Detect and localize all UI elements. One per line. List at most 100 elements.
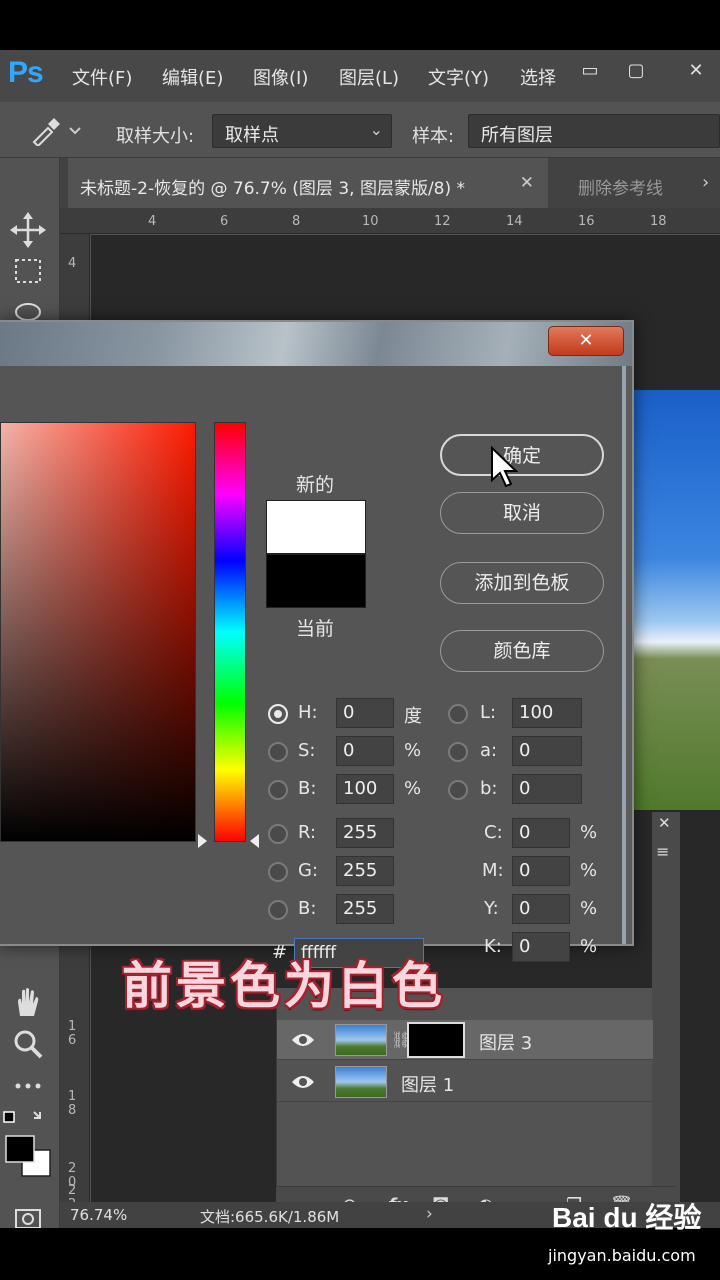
- r-input[interactable]: 255: [336, 818, 394, 848]
- restore-button[interactable]: ▢: [612, 56, 660, 86]
- lab-b-input[interactable]: 0: [512, 774, 582, 804]
- color-field[interactable]: [0, 422, 196, 842]
- b-input[interactable]: 255: [336, 894, 394, 924]
- menu-file[interactable]: 文件(F): [72, 64, 132, 90]
- k-unit: %: [580, 936, 598, 957]
- current-color-swatch[interactable]: [266, 554, 366, 608]
- g-radio[interactable]: [268, 862, 288, 882]
- watermark-url: jingyan.baidu.com: [548, 1246, 696, 1265]
- dialog-close-button[interactable]: ✕: [548, 326, 624, 356]
- minimize-button[interactable]: ▭: [566, 56, 614, 86]
- menu-type[interactable]: 文字(Y): [428, 64, 489, 90]
- eye-icon[interactable]: [291, 1073, 315, 1091]
- color-libraries-button[interactable]: 颜色库: [440, 630, 604, 672]
- sample-size-select[interactable]: 取样点 ⌄: [212, 114, 392, 148]
- move-tool-icon[interactable]: [8, 210, 48, 250]
- layer-thumbnail: [335, 1066, 387, 1098]
- brightness-unit: %: [404, 778, 422, 799]
- s-radio[interactable]: [268, 742, 288, 762]
- ps-logo: Ps: [8, 56, 44, 89]
- k-input[interactable]: 0: [512, 932, 570, 962]
- sample-label: 样本:: [412, 126, 455, 147]
- s-input[interactable]: 0: [336, 736, 394, 766]
- r-radio[interactable]: [268, 824, 288, 844]
- a-radio[interactable]: [448, 742, 468, 762]
- lab-b-label: b:: [480, 778, 498, 799]
- l-input[interactable]: 100: [512, 698, 582, 728]
- ruler-label: 4: [148, 214, 157, 229]
- m-label: M:: [482, 860, 504, 881]
- layer-name: 图层 3: [479, 1033, 533, 1054]
- l-radio[interactable]: [448, 704, 468, 724]
- hue-slider-right-arrow[interactable]: [250, 834, 259, 848]
- mouse-cursor-icon: [491, 446, 518, 488]
- sample-value: 所有图层: [481, 125, 553, 146]
- layer-row-selected[interactable]: ⛓ 图层 3: [277, 1020, 653, 1060]
- ruler-label: 8: [292, 214, 301, 229]
- lab-b-radio[interactable]: [448, 780, 468, 800]
- c-label: C:: [484, 822, 503, 843]
- status-arrow-icon[interactable]: ›: [426, 1204, 433, 1224]
- layer-mask-thumbnail[interactable]: [407, 1022, 465, 1058]
- ok-button[interactable]: 确定: [440, 434, 604, 476]
- window-close-button[interactable]: ✕: [672, 56, 720, 86]
- document-tab-bar: 未标题-2-恢复的 @ 76.7% (图层 3, 图层蒙版/8) * ✕ 删除参…: [60, 158, 720, 208]
- y-input[interactable]: 0: [512, 894, 570, 924]
- layer-row[interactable]: 图层 1: [277, 1062, 653, 1102]
- dialog-title-bar: ✕: [0, 322, 632, 366]
- cancel-button[interactable]: 取消: [440, 492, 604, 534]
- horizontal-ruler: 4 6 8 10 12 14 16 18: [60, 208, 720, 234]
- eyedropper-icon[interactable]: [28, 116, 88, 146]
- brightness-input[interactable]: 100: [336, 774, 394, 804]
- dialog-body: 新的 当前 确定 取消 添加到色板 颜色库 H: 0 度 S: 0 % B: 1…: [0, 366, 626, 968]
- brightness-radio[interactable]: [268, 780, 288, 800]
- ruler-label: 14: [506, 214, 523, 229]
- tab-overflow-icon[interactable]: ›: [702, 172, 720, 193]
- c-input[interactable]: 0: [512, 818, 570, 848]
- tab-second-document[interactable]: 删除参考线: [578, 174, 663, 199]
- menu-image[interactable]: 图像(I): [253, 64, 308, 90]
- hue-slider[interactable]: [214, 422, 246, 842]
- menu-bar: Ps 文件(F) 编辑(E) 图像(I) 图层(L) 文字(Y) 选择 ▭ ▢ …: [0, 50, 720, 102]
- new-color-swatch: [266, 500, 366, 554]
- menu-layer[interactable]: 图层(L): [339, 64, 399, 90]
- tab-close-icon[interactable]: ✕: [520, 173, 534, 193]
- g-label: G:: [298, 860, 319, 881]
- quick-mask-icon[interactable]: [8, 1198, 48, 1228]
- layer-thumbnail: [335, 1024, 387, 1056]
- foreground-background-swatches[interactable]: [2, 1108, 54, 1178]
- b-radio[interactable]: [268, 900, 288, 920]
- panel-menu-icon[interactable]: ≡: [656, 842, 669, 861]
- zoom-level[interactable]: 76.74%: [70, 1206, 127, 1224]
- marquee-tool-icon[interactable]: [8, 252, 48, 292]
- h-input[interactable]: 0: [336, 698, 394, 728]
- g-input[interactable]: 255: [336, 856, 394, 886]
- a-input[interactable]: 0: [512, 736, 582, 766]
- add-to-swatches-button[interactable]: 添加到色板: [440, 562, 604, 604]
- hue-slider-left-arrow[interactable]: [198, 834, 207, 848]
- layer-name: 图层 1: [401, 1075, 455, 1096]
- h-radio[interactable]: [268, 704, 288, 724]
- menu-edit[interactable]: 编辑(E): [162, 64, 223, 90]
- more-tools-icon[interactable]: [8, 1066, 48, 1106]
- ruler-label: 1 6: [68, 1019, 77, 1048]
- eye-icon[interactable]: [291, 1031, 315, 1049]
- zoom-tool-icon[interactable]: [8, 1024, 48, 1064]
- ruler-label: 18: [650, 214, 667, 229]
- m-input[interactable]: 0: [512, 856, 570, 886]
- panel-close-icon[interactable]: ✕: [658, 814, 671, 832]
- video-caption: 前景色为白色: [122, 956, 446, 1015]
- photoshop-window: Ps 文件(F) 编辑(E) 图像(I) 图层(L) 文字(Y) 选择 ▭ ▢ …: [0, 50, 720, 1228]
- y-label: Y:: [484, 898, 499, 919]
- canvas-photo: [630, 390, 720, 810]
- sample-select[interactable]: 所有图层: [468, 114, 720, 148]
- tab-active-document[interactable]: 未标题-2-恢复的 @ 76.7% (图层 3, 图层蒙版/8) * ✕: [68, 158, 548, 208]
- h-unit: 度: [404, 706, 422, 727]
- b-label: B:: [298, 898, 317, 919]
- hand-tool-icon[interactable]: [8, 982, 48, 1022]
- current-color-label: 当前: [296, 618, 335, 640]
- video-top-letterbox: [0, 0, 720, 50]
- ruler-label: 16: [578, 214, 595, 229]
- menu-select[interactable]: 选择: [520, 64, 556, 90]
- options-bar: 取样大小: 取样点 ⌄ 样本: 所有图层: [0, 102, 720, 158]
